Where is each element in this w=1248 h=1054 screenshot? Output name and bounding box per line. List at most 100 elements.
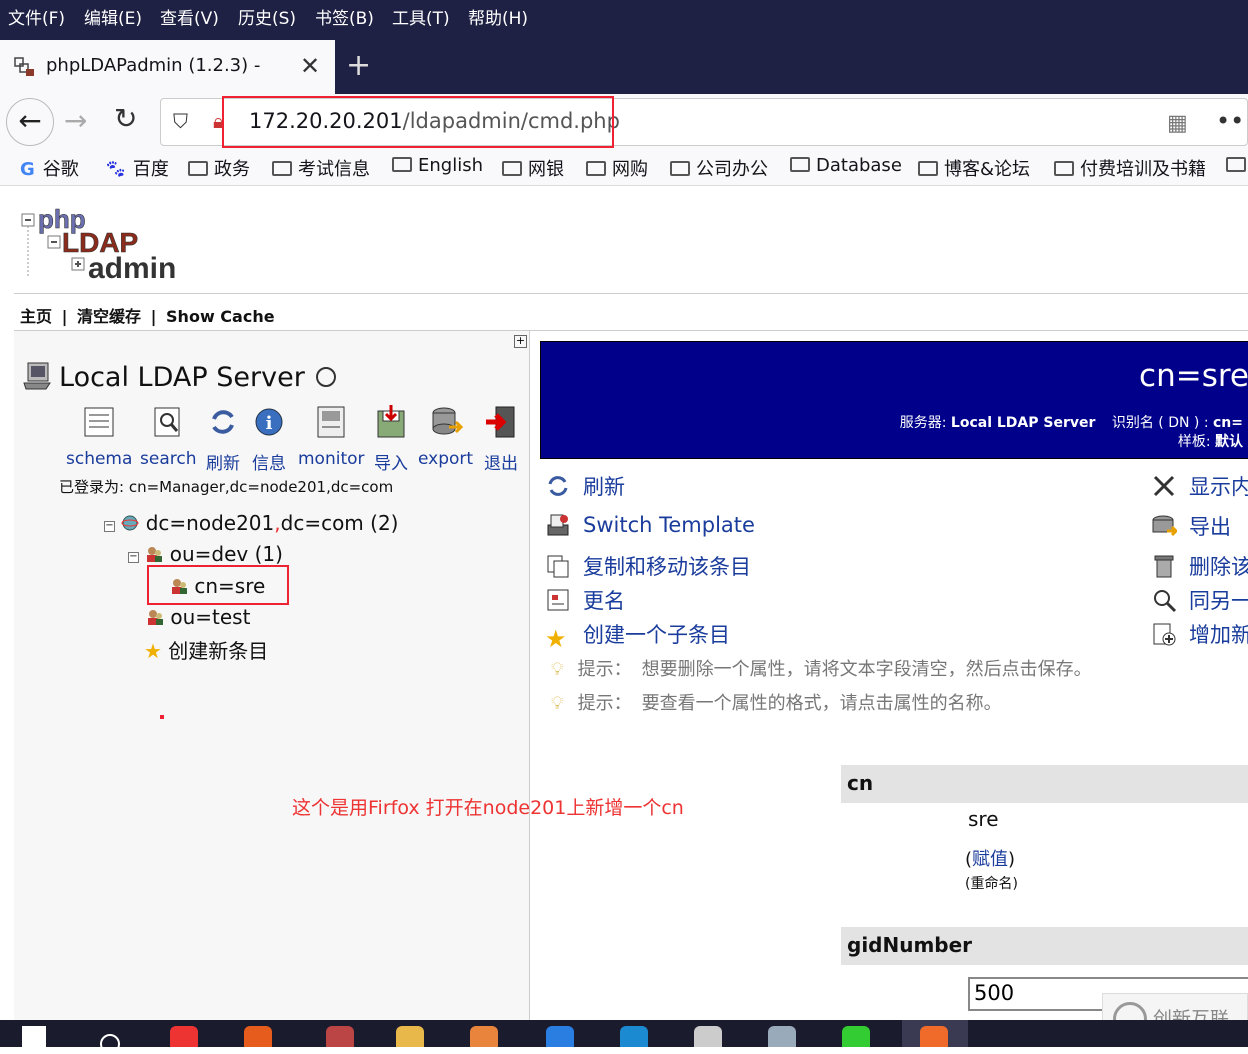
action-create-child[interactable]: ★ 创建一个子条目 [545,619,730,652]
tree-root-label[interactable]: dc=node201 [146,511,275,535]
top-links: 主页 | 清空缓存 | Show Cache [20,303,275,327]
tree-root-rest[interactable]: dc=com (2) [281,511,399,535]
tool-monitor[interactable]: monitor [298,405,365,469]
bookmark-folder-bank[interactable]: 网银 [502,155,564,181]
bookmark-folder-shop[interactable]: 网购 [586,155,648,181]
tree-node-root[interactable]: − dc=node201,dc=com (2) [104,511,398,535]
menu-history[interactable]: 历史(S) [238,4,296,29]
menu-file[interactable]: 文件(F) [8,4,65,29]
wechat-icon[interactable] [842,1026,870,1047]
menu-tools[interactable]: 工具(T) [392,4,450,29]
phpldapadmin-logo: php LDAP admin [21,204,176,284]
tool-refresh[interactable]: 刷新 [206,405,240,474]
menu-bookmarks[interactable]: 书签(B) [315,4,374,29]
attribute-name[interactable]: gidNumber [847,933,972,957]
tool-search[interactable]: search [140,405,196,469]
bookmark-folder-more[interactable] [1226,155,1248,176]
qr-code-icon[interactable]: ▦ [1167,111,1188,136]
collapse-icon[interactable]: − [128,552,139,563]
tree-dev-label[interactable]: ou=dev (1) [170,542,283,566]
forward-arrow-icon[interactable]: → [64,104,87,137]
menu-view[interactable]: 查看(V) [160,4,219,29]
action-refresh[interactable]: 刷新 [545,471,625,501]
tool-label: monitor [298,449,365,469]
menu-edit[interactable]: 编辑(E) [84,4,142,29]
tool-export[interactable]: export [418,405,473,469]
tab-close-icon[interactable]: ✕ [300,52,320,80]
app-icon[interactable] [546,1026,574,1047]
action-show-internal[interactable]: 显示内 [1151,471,1248,501]
trash-icon [1154,555,1174,578]
export-icon [432,407,463,435]
bookmark-folder-database[interactable]: Database [790,155,902,176]
bookmark-baidu[interactable]: 🐾︎ 百度 [104,155,169,181]
new-tab-icon[interactable]: + [346,48,371,83]
info-icon: i [255,408,283,436]
action-export[interactable]: 导出 [1151,511,1231,541]
entry-info: 服务器: Local LDAP Server 识别名 ( DN ) : cn= … [900,414,1243,452]
import-icon [377,405,405,438]
rename-attr-link[interactable]: (重命名) [965,873,1018,893]
firefox-icon[interactable] [920,1026,948,1047]
folder-icon[interactable] [396,1026,424,1047]
bookmark-folder-exam[interactable]: 考试信息 [272,155,370,181]
tree-create-label[interactable]: 创建新条目 [168,639,268,663]
bookmark-folder-training[interactable]: 付费培训及书籍 [1054,155,1206,181]
action-switch-template[interactable]: Switch Template [545,511,755,537]
tool-import[interactable]: 导入 [374,405,408,474]
back-arrow-icon[interactable]: ← [6,98,54,146]
shield-icon[interactable]: ⛉ [173,109,188,133]
attribute-name[interactable]: cn [847,771,873,795]
tool-info[interactable]: i 信息 [252,405,286,474]
app-icon[interactable] [620,1026,648,1047]
action-label: 刷新 [583,475,625,499]
tree-test-label[interactable]: ou=test [170,605,250,629]
home-link[interactable]: 主页 [20,307,52,326]
bookmark-google[interactable]: G 谷歌 [20,155,79,181]
attribute-cn-header[interactable]: cn [841,765,1248,803]
action-label: 更名 [583,589,625,613]
attribute-gidnumber-header[interactable]: gidNumber [841,927,1248,965]
assign-link[interactable]: (赋值) [965,845,1015,871]
action-label: 同另一 [1189,589,1248,613]
server-icon [23,362,51,390]
assign-label[interactable]: 赋值 [972,849,1008,870]
action-rename[interactable]: 更名 [545,585,625,615]
action-copy-move[interactable]: 复制和移动该条目 [545,551,751,581]
sre-highlight-box [147,565,289,605]
server-title[interactable]: Local LDAP Server [59,362,305,393]
expand-icon[interactable]: + [514,335,527,348]
folder-icon [586,161,606,176]
app-icon[interactable] [768,1026,796,1047]
bookmark-folder-blog[interactable]: 博客&论坛 [918,155,1030,181]
action-add-attribute[interactable]: 增加新 [1151,619,1248,649]
search-icon[interactable] [100,1034,120,1054]
bookmark-label: 付费培训及书籍 [1080,159,1206,180]
phpldapadmin-favicon-icon [14,57,34,76]
bookmark-folder-english[interactable]: English [392,155,483,176]
bookmark-folder-office[interactable]: 公司办公 [670,155,768,181]
clear-cache-link[interactable]: 清空缓存 [77,307,141,326]
app-icon[interactable] [244,1026,272,1047]
more-options-icon[interactable]: ••• [1216,107,1248,135]
tab-phpldapadmin[interactable]: phpLDAPadmin (1.2.3) - ✕ [0,40,335,94]
action-delete[interactable]: 删除该 [1151,551,1248,581]
action-compare[interactable]: 同另一 [1151,585,1248,615]
app-icon[interactable] [470,1026,498,1047]
tree-node-test[interactable]: ou=test [146,605,250,629]
chrome-icon[interactable] [170,1026,198,1047]
menu-help[interactable]: 帮助(H) [468,4,528,29]
tool-schema[interactable]: schema [66,405,132,469]
collapse-icon[interactable]: − [104,521,115,532]
app-icon[interactable] [694,1026,722,1047]
hint-text: 要查看一个属性的格式，请点击属性的名称。 [641,693,1002,714]
bookmark-folder-gov[interactable]: 政务 [188,155,250,181]
windows-start-icon[interactable] [22,1026,46,1047]
tree-node-create[interactable]: ★ 创建新条目 [144,635,268,664]
app-icon[interactable] [326,1026,354,1047]
tree-node-dev[interactable]: − ou=dev (1) [128,542,283,566]
tool-logout[interactable]: 退出 [484,405,518,474]
page-content: php LDAP admin 主页 | 清空缓存 | Show Cache + … [0,186,1248,1020]
show-cache-link[interactable]: Show Cache [166,307,275,326]
reload-icon[interactable]: ↻ [114,102,137,135]
